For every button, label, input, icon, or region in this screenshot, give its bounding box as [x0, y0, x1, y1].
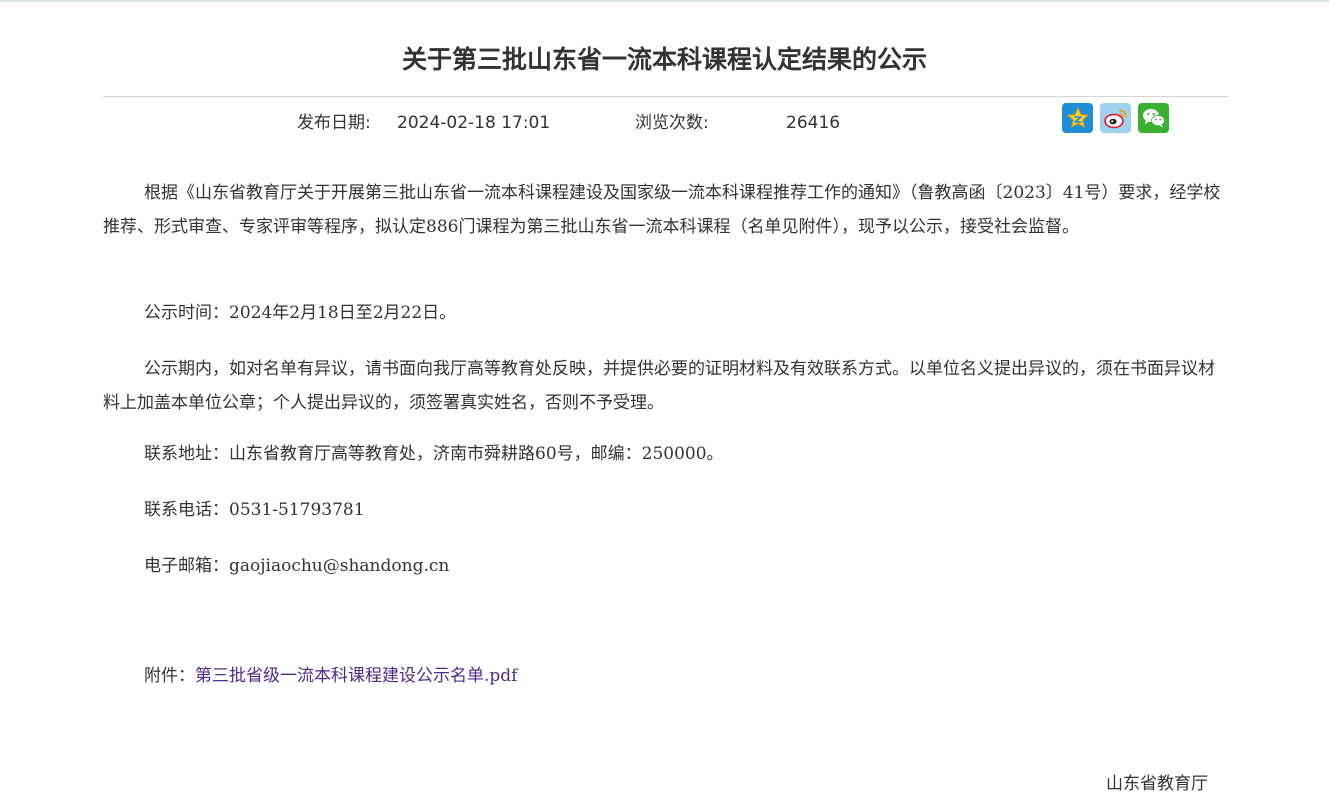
weibo-icon [1103, 109, 1127, 129]
objection-paragraph: 公示期内，如对名单有异议，请书面向我厅高等教育处反映，并提供必要的证明材料及有效… [103, 359, 1215, 413]
attachment-line: 附件：第三批省级一流本科课程建设公示名单.pdf [103, 659, 1228, 693]
top-border [0, 0, 1329, 2]
contact-email: 电子邮箱：gaojiaochu@shandong.cn [144, 556, 450, 576]
title-divider [103, 96, 1228, 97]
publicity-period: 公示时间：2024年2月18日至2月22日。 [144, 303, 457, 323]
star-icon [1066, 106, 1089, 129]
attachment-label: 附件： [144, 666, 195, 686]
contact-phone: 联系电话：0531-51793781 [144, 500, 365, 520]
publish-date-label: 发布日期: [297, 113, 371, 133]
share-wechat-button[interactable] [1138, 103, 1169, 133]
wechat-icon [1142, 109, 1165, 128]
view-count-value: 26416 [786, 113, 841, 133]
attachment-link[interactable]: 第三批省级一流本科课程建设公示名单.pdf [195, 666, 517, 686]
intro-paragraph: 根据《山东省教育厅关于开展第三批山东省一流本科课程建设及国家级一流本科课程推荐工… [103, 183, 1221, 237]
share-weibo-button[interactable] [1100, 103, 1131, 133]
page-title: 关于第三批山东省一流本科课程认定结果的公示 [401, 45, 927, 74]
contact-address: 联系地址：山东省教育厅高等教育处，济南市舜耕路60号，邮编：250000。 [144, 444, 724, 464]
signature: 山东省教育厅 [1106, 774, 1208, 794]
view-count-label: 浏览次数: [635, 113, 709, 133]
publish-date-value: 2024-02-18 17:01 [397, 113, 551, 133]
share-qzone-button[interactable] [1062, 103, 1093, 133]
